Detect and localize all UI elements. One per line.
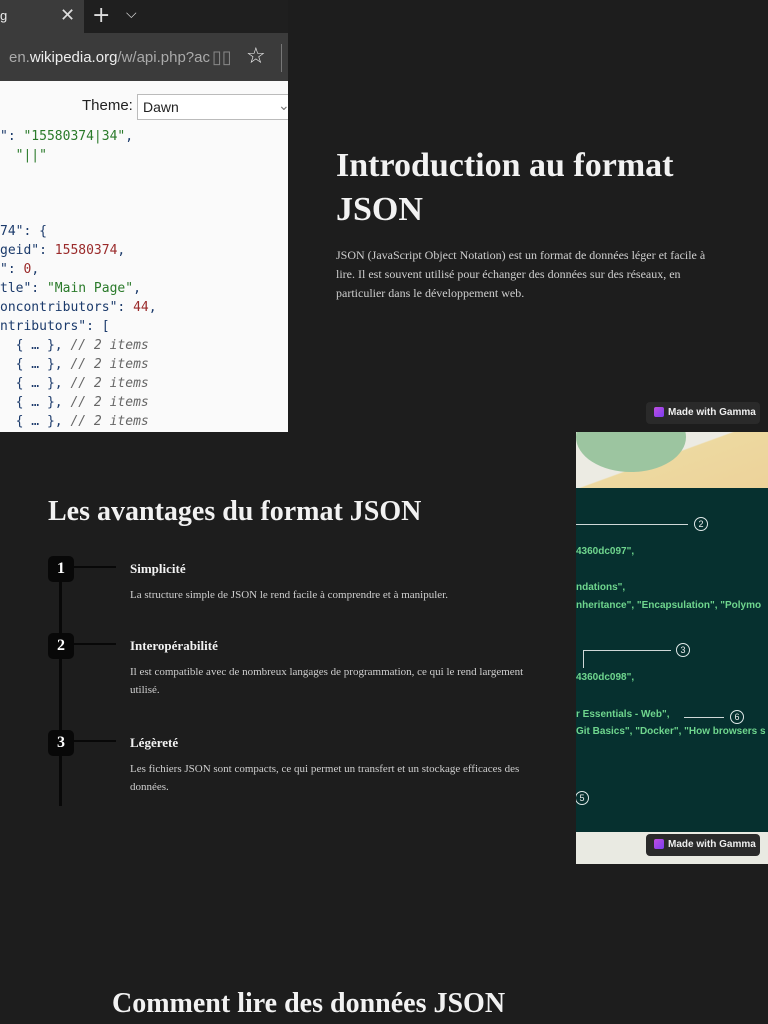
code-token: 44 xyxy=(133,300,149,315)
arrow xyxy=(583,650,584,668)
code-line: Git Basics", "Docker", "How browsers s xyxy=(576,726,766,737)
code-token: , xyxy=(148,300,157,315)
chevron-down-icon: ⌄ xyxy=(278,97,288,113)
code-line: r Essentials - Web", xyxy=(576,709,670,720)
gamma-logo-icon xyxy=(654,839,664,849)
advantage-body: La structure simple de JSON le rend faci… xyxy=(130,589,448,601)
url-prefix: en. xyxy=(9,49,30,66)
code-token: // 2 items xyxy=(70,395,149,410)
badge-label: Made with Gamma xyxy=(668,839,756,850)
code-line: 4360dc097", xyxy=(576,546,635,557)
intro-body: JSON (JavaScript Object Notation) est un… xyxy=(336,248,706,300)
arrow xyxy=(583,650,671,651)
made-with-gamma-badge[interactable]: Made with Gamma xyxy=(646,834,760,856)
close-icon[interactable]: ✕ xyxy=(60,5,75,26)
code-token: , xyxy=(117,243,126,258)
marker-6: 6 xyxy=(730,710,744,724)
code-line: oncontributors": 44, xyxy=(0,298,157,317)
timeline-tick xyxy=(74,740,116,742)
code-line: geid": 15580374, xyxy=(0,241,125,260)
chevron-down-icon[interactable]: ⌵ xyxy=(126,6,137,22)
code-line: nheritance", "Encapsulation", "Polymo xyxy=(576,600,762,611)
code-token: { … }, xyxy=(0,376,71,391)
advantage-body: Les fichiers JSON sont compacts, ce qui … xyxy=(130,763,520,793)
code-line: { … }, // 2 items xyxy=(0,393,149,412)
decorative-blob xyxy=(576,432,686,472)
code-line: 74": { xyxy=(0,222,47,241)
url-path: /w/api.php?ac xyxy=(117,49,210,66)
code-line: { … }, // 2 items xyxy=(0,412,149,431)
code-token: { … }, xyxy=(0,414,71,429)
code-token: { … }, xyxy=(0,395,71,410)
timeline-tick xyxy=(74,566,116,568)
code-line: ntributors": [ xyxy=(0,317,110,336)
json-diagram-image: 2 4360dc097", ndations", nheritance", "E… xyxy=(576,432,768,864)
section-title: Comment lire des données JSON xyxy=(112,988,506,1019)
code-token: { … }, xyxy=(0,338,71,353)
code-token: ": xyxy=(0,262,24,277)
step-number: 1 xyxy=(48,556,74,582)
code-line: { … }, // 2 items xyxy=(0,336,149,355)
code-token: // 2 items xyxy=(70,338,149,353)
code-token: // 2 items xyxy=(70,414,149,429)
arrow xyxy=(684,717,724,718)
code-line: ndations", xyxy=(576,582,626,593)
theme-value: Dawn xyxy=(143,99,179,115)
timeline-tick xyxy=(74,643,116,645)
plus-icon[interactable]: + xyxy=(92,3,110,28)
code-token: 74": { xyxy=(0,224,47,239)
theme-label: Theme: xyxy=(82,97,133,114)
code-line: 4360dc098", xyxy=(576,672,635,683)
marker-2: 2 xyxy=(694,517,708,531)
code-token: , xyxy=(133,281,141,296)
arrow xyxy=(576,524,688,525)
code-line: ": 0, xyxy=(0,260,39,279)
code-line: "||" xyxy=(0,146,47,165)
tab-title: g xyxy=(0,8,8,23)
code-token: geid": xyxy=(0,243,55,258)
code-token: tle": xyxy=(0,281,47,296)
advantage-title: Simplicité xyxy=(130,561,186,576)
code-token: oncontributors": xyxy=(0,300,134,315)
step-number: 2 xyxy=(48,633,74,659)
advantage-title: Interopérabilité xyxy=(130,638,218,653)
code-token: , xyxy=(31,262,40,277)
code-line: tle": "Main Page", xyxy=(0,279,141,298)
code-token: ": xyxy=(0,129,24,144)
divider xyxy=(281,44,282,72)
code-token: "Main Page" xyxy=(46,281,134,296)
code-token: , xyxy=(125,129,134,144)
advantages-title: Les avantages du format JSON xyxy=(48,496,422,527)
marker-5: 5 xyxy=(576,791,589,805)
url-domain: wikipedia.org xyxy=(29,49,118,66)
made-with-gamma-badge[interactable]: Made with Gamma xyxy=(646,402,760,424)
code-token: { … }, xyxy=(0,357,71,372)
browser-screenshot: g ✕ + ⌵ en.wikipedia.org/w/api.php?ac ▯▯ … xyxy=(0,0,288,432)
advantage-body: Il est compatible avec de nombreux langa… xyxy=(130,666,524,696)
timeline-line xyxy=(59,558,62,806)
code-token: ntributors": [ xyxy=(0,319,110,334)
star-icon[interactable]: ☆ xyxy=(246,44,266,69)
decorative-header xyxy=(576,432,768,488)
theme-select[interactable]: Dawn ⌄ xyxy=(137,94,288,120)
gamma-logo-icon xyxy=(654,407,664,417)
code-token: 15580374 xyxy=(54,243,118,258)
marker-3: 3 xyxy=(676,643,690,657)
badge-label: Made with Gamma xyxy=(668,407,756,418)
code-token: // 2 items xyxy=(70,357,149,372)
intro-title: Introduction au format JSON xyxy=(336,147,674,228)
code-line: ": "15580374|34", xyxy=(0,127,133,146)
advantage-title: Légèreté xyxy=(130,735,179,750)
code-line: { … }, // 2 items xyxy=(0,374,149,393)
browser-tab[interactable]: g ✕ xyxy=(0,0,84,33)
code-token: "||" xyxy=(15,148,47,163)
url-text[interactable]: en.wikipedia.org/w/api.php?ac xyxy=(9,49,210,66)
code-token: "15580374|34" xyxy=(23,129,126,144)
step-number: 3 xyxy=(48,730,74,756)
code-line: { … }, // 2 items xyxy=(0,355,149,374)
reading-view-icon[interactable]: ▯▯ xyxy=(212,47,232,68)
code-token: // 2 items xyxy=(70,376,149,391)
